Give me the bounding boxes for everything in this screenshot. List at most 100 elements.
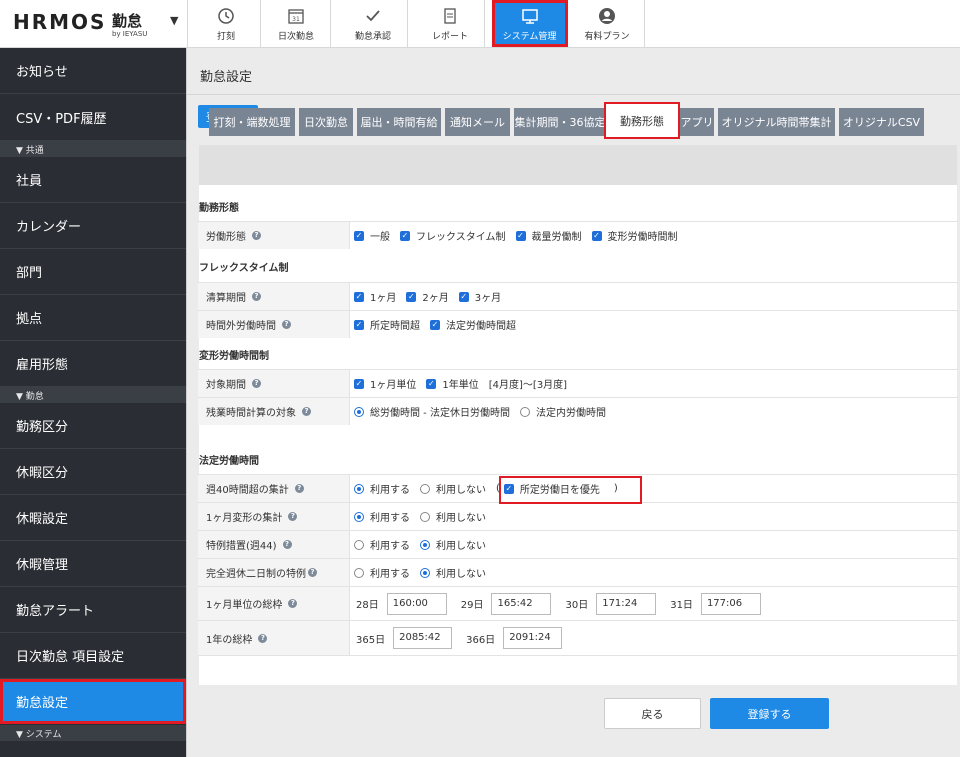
- checkbox-shotei[interactable]: ✓ 所定時間超: [354, 317, 420, 332]
- row-label-text: 1年の総枠: [206, 634, 253, 646]
- checkbox-1month-unit[interactable]: ✓ 1ヶ月単位: [354, 376, 416, 391]
- checkbox-2month[interactable]: ✓ 2ヶ月: [406, 289, 449, 304]
- tab-shuukei[interactable]: 集計期間・36協定: [514, 108, 606, 136]
- tab-app[interactable]: アプリ: [680, 108, 714, 136]
- tab-original-csv[interactable]: オリジナルCSV: [839, 108, 924, 136]
- checkbox-1month[interactable]: ✓ 1ヶ月: [354, 289, 396, 304]
- days-label: 30日: [565, 600, 589, 611]
- nav-nichiji[interactable]: 31 日次勤怠: [262, 0, 331, 47]
- checkbox-ippan[interactable]: ✓ 一般: [354, 228, 390, 243]
- sidebar-item-label: 日次勤怠 項目設定: [16, 650, 125, 665]
- tab-todokede[interactable]: 届出・時間有給: [357, 108, 441, 136]
- total-input-31[interactable]: 177:06: [700, 592, 761, 615]
- tab-mail[interactable]: 通知メール: [445, 108, 510, 136]
- sidebar-item-oshirase[interactable]: お知らせ: [0, 48, 186, 94]
- help-icon[interactable]: ?: [282, 320, 291, 329]
- help-icon[interactable]: ?: [252, 292, 261, 301]
- checkbox-henkei[interactable]: ✓ 変形労働時間制: [591, 228, 678, 243]
- tab-original-time[interactable]: オリジナル時間帯集計: [718, 108, 835, 136]
- radio-selected-icon: [354, 511, 364, 522]
- sidebar-item-kyoten[interactable]: 拠点: [0, 295, 186, 341]
- total-input-30[interactable]: 171:24: [596, 592, 657, 615]
- tab-kinmukeitai[interactable]: 勤務形態: [604, 102, 680, 139]
- checkbox-1year-unit[interactable]: ✓ 1年単位: [426, 376, 479, 391]
- sidebar-item-calendar[interactable]: カレンダー: [0, 203, 186, 249]
- checkbox-sairyou[interactable]: ✓ 裁量労働制: [515, 228, 582, 243]
- radio-nouse[interactable]: 利用しない: [420, 509, 486, 524]
- register-button-bottom[interactable]: 登録する: [710, 698, 829, 729]
- sidebar-item-label: 勤怠アラート: [16, 604, 95, 619]
- help-icon[interactable]: ?: [302, 407, 311, 416]
- sidebar-item-kinmukubun[interactable]: 勤務区分: [0, 403, 186, 449]
- help-icon[interactable]: ?: [252, 379, 261, 388]
- tab-nichiji[interactable]: 日次勤怠: [299, 108, 353, 136]
- sidebar-section-system[interactable]: ▼ システム: [0, 725, 186, 741]
- help-icon[interactable]: ?: [288, 512, 298, 521]
- checkbox-flex[interactable]: ✓ フレックスタイム制: [400, 228, 506, 243]
- row-value: 総労働時間 - 法定休日労働時間 法定内労働時間: [354, 398, 616, 425]
- sidebar-item-alert[interactable]: 勤怠アラート: [0, 587, 186, 633]
- help-icon[interactable]: ?: [294, 484, 304, 493]
- option-label: 利用しない: [436, 569, 486, 580]
- radio-nouse[interactable]: 利用しない: [420, 537, 486, 552]
- tab-dakoku[interactable]: 打刻・端数処理: [209, 108, 295, 136]
- radio-unselected-icon: [420, 483, 430, 494]
- option-label: 利用する: [370, 569, 410, 580]
- checkbox-houtei[interactable]: ✓ 法定労働時間超: [430, 317, 516, 332]
- total-input-28[interactable]: 160:00: [386, 592, 447, 615]
- radio-use[interactable]: 利用する: [354, 509, 410, 524]
- sidebar-item-csv[interactable]: CSV・PDF履歴: [0, 94, 186, 141]
- radio-use[interactable]: 利用する: [354, 537, 410, 552]
- radio-use[interactable]: 利用する: [354, 481, 410, 496]
- sidebar-item-label: 部門: [16, 266, 43, 281]
- sidebar-item-label: 雇用形態: [16, 358, 69, 373]
- period-range[interactable]: [4月度]〜[3月度]: [489, 376, 567, 391]
- sidebar-item-koyou[interactable]: 雇用形態: [0, 341, 186, 387]
- sidebar-item-shain[interactable]: 社員: [0, 157, 186, 203]
- caret-down-icon[interactable]: ▼: [170, 14, 178, 27]
- sidebar-section-kintai[interactable]: ▼ 勤怠: [0, 387, 186, 403]
- sidebar-item-nichiji-settings[interactable]: 日次勤怠 項目設定: [0, 633, 186, 679]
- sidebar-section-common[interactable]: ▼ 共通: [0, 141, 186, 157]
- nav-dakoku[interactable]: 打刻: [192, 0, 261, 47]
- sidebar-item-kyuukakanri[interactable]: 休暇管理: [0, 541, 186, 587]
- option-label: 一般: [370, 232, 390, 243]
- row-value: ✓ 1ヶ月 ✓ 2ヶ月 ✓ 3ヶ月: [354, 283, 511, 310]
- row-roudoukeitai: 労働形態? ✓ 一般 ✓ フレックスタイム制 ✓ 裁量労働制 ✓ 変形労働時間制: [198, 221, 958, 249]
- row-shuukyu2: 完全週休二日制の特例? 利用する 利用しない: [198, 558, 958, 586]
- radio-nouse[interactable]: 利用しない: [420, 565, 486, 580]
- nav-shounin[interactable]: 勤怠承認: [339, 0, 408, 47]
- total-input-366[interactable]: 2091:24: [503, 627, 563, 649]
- help-icon[interactable]: ?: [308, 568, 317, 577]
- row-1year-total: 1年の総枠? 365日 2085:42 366日 2091:24: [198, 620, 958, 656]
- radio-houteinai[interactable]: 法定内労働時間: [519, 404, 606, 419]
- nav-label: 打刻: [216, 32, 235, 42]
- calendar-icon: 31: [288, 9, 304, 24]
- logo-area[interactable]: HRMOS 勤怠 by IEYASU ▼: [0, 0, 188, 47]
- total-input-365[interactable]: 2085:42: [393, 627, 453, 649]
- back-button[interactable]: 戻る: [604, 698, 701, 729]
- nav-label: 日次勤怠: [277, 32, 314, 42]
- help-icon[interactable]: ?: [258, 633, 268, 643]
- help-icon[interactable]: ?: [288, 599, 298, 608]
- row-label-text: 清算期間: [206, 293, 246, 304]
- radio-selected-icon: [354, 483, 364, 494]
- sidebar-item-kintaisettei[interactable]: 勤怠設定: [0, 679, 186, 724]
- section-heading-flex: フレックスタイム制: [199, 263, 289, 274]
- checkbox-3month[interactable]: ✓ 3ヶ月: [458, 289, 501, 304]
- total-input-29[interactable]: 165:42: [491, 592, 552, 615]
- sidebar-item-kyuukasettei[interactable]: 休暇設定: [0, 495, 186, 541]
- option-label: 1ヶ月: [370, 293, 397, 304]
- radio-soroudou[interactable]: 総労働時間 - 法定休日労働時間: [354, 404, 510, 419]
- radio-nouse[interactable]: 利用しない: [420, 481, 486, 496]
- nav-paid-plan[interactable]: 有料プラン: [570, 0, 645, 47]
- row-value: 利用する 利用しない: [354, 503, 496, 530]
- nav-report[interactable]: レポート: [416, 0, 485, 47]
- help-icon[interactable]: ?: [282, 540, 292, 549]
- sidebar-item-bumon[interactable]: 部門: [0, 249, 186, 295]
- radio-use[interactable]: 利用する: [354, 565, 410, 580]
- row-label-text: 対象期間: [206, 380, 246, 391]
- sidebar-item-kyuukakubun[interactable]: 休暇区分: [0, 449, 186, 495]
- nav-system[interactable]: システム管理: [492, 0, 568, 47]
- help-icon[interactable]: ?: [252, 231, 261, 240]
